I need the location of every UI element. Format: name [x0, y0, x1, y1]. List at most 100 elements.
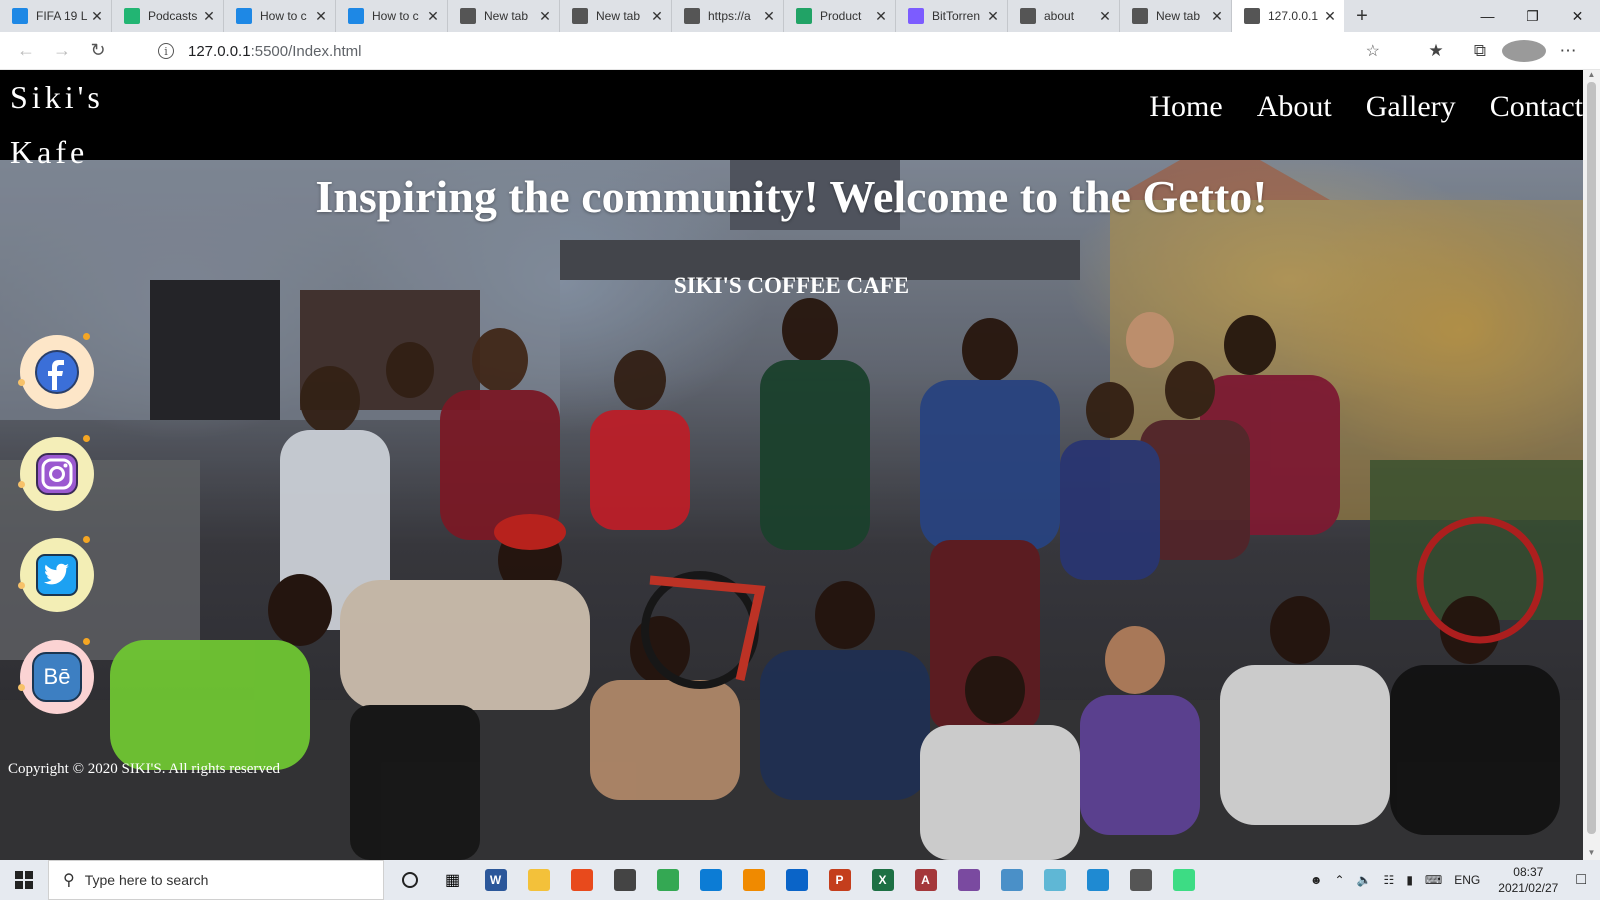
close-tab-icon[interactable]: ✕ — [1322, 8, 1338, 25]
favorites-icon[interactable]: ★ — [1414, 41, 1458, 61]
volume-icon[interactable]: 🔈 — [1357, 873, 1372, 887]
nav-home-link[interactable]: Home — [1149, 90, 1222, 124]
decor-dot — [18, 481, 25, 488]
vscode-taskbar-button[interactable] — [1076, 860, 1119, 900]
keyboard-icon[interactable]: ⌨ — [1425, 873, 1442, 887]
word-taskbar-button[interactable]: W — [474, 860, 517, 900]
tab-title: How to c — [260, 9, 307, 23]
decor-dot — [18, 582, 25, 589]
nav-about-link[interactable]: About — [1257, 90, 1332, 124]
behance-link[interactable]: Bē — [18, 638, 94, 714]
browser-tab[interactable]: Product ✕ — [784, 0, 896, 32]
close-tab-icon[interactable]: ✕ — [537, 8, 553, 25]
store-icon — [613, 869, 636, 891]
close-tab-icon[interactable]: ✕ — [201, 8, 217, 25]
windows-taskbar: ⚲ Type here to search ▦ W PXA ☻ ⌃ 🔈 ☷ ▮ ⌨… — [0, 860, 1600, 900]
paint-icon — [1043, 869, 1066, 891]
add-favorite-icon[interactable]: ☆ — [1366, 41, 1380, 61]
close-tab-icon[interactable]: ✕ — [1209, 8, 1225, 25]
excel-taskbar-button[interactable]: X — [861, 860, 904, 900]
toolbar-right: ★ ⧉ ⋯ — [1414, 36, 1590, 66]
url-text[interactable]: 127.0.0.1:5500/Index.html — [188, 43, 361, 60]
twitter-link[interactable] — [18, 536, 94, 612]
new-tab-icon[interactable]: + — [1344, 0, 1380, 32]
scrollbar-thumb[interactable] — [1587, 82, 1596, 834]
facebook-link[interactable] — [18, 333, 94, 409]
forward-icon[interactable]: → — [44, 36, 80, 66]
people-icon[interactable]: ☻ — [1310, 873, 1323, 887]
office-icon — [570, 869, 593, 891]
search-icon: ⚲ — [63, 872, 75, 889]
site-info-icon[interactable]: i — [158, 43, 174, 59]
powerpoint-taskbar-button[interactable]: P — [818, 860, 861, 900]
tab-title: about — [1044, 9, 1075, 23]
decor-dot — [83, 536, 90, 543]
notifications-icon[interactable]: □ — [1576, 871, 1586, 889]
chrome-taskbar-button[interactable] — [646, 860, 689, 900]
tab-title: How to c — [372, 9, 419, 23]
chrome-icon — [656, 869, 679, 891]
vlc-taskbar-button[interactable] — [732, 860, 775, 900]
address-field[interactable]: i 127.0.0.1:5500/Index.html ☆ — [146, 36, 1392, 66]
page-icon — [1244, 8, 1260, 24]
close-tab-icon[interactable]: ✕ — [425, 8, 441, 25]
settings-taskbar-button[interactable] — [1119, 860, 1162, 900]
profile-avatar[interactable] — [1502, 40, 1546, 62]
close-tab-icon[interactable]: ✕ — [649, 8, 665, 25]
scroll-down-icon[interactable]: ▼ — [1583, 848, 1600, 860]
browser-tab[interactable]: New tab ✕ — [560, 0, 672, 32]
browser-tab[interactable]: How to c ✕ — [224, 0, 336, 32]
close-tab-icon[interactable]: ✕ — [873, 8, 889, 25]
close-tab-icon[interactable]: ✕ — [89, 8, 105, 25]
site-logo[interactable]: Siki's Kafe — [10, 70, 104, 180]
winrar-taskbar-button[interactable] — [947, 860, 990, 900]
more-options-icon[interactable]: ⋯ — [1546, 41, 1590, 61]
page-scrollbar[interactable]: ▲ ▼ — [1583, 70, 1600, 860]
minimize-icon[interactable]: — — [1465, 0, 1510, 32]
battery-icon[interactable]: ▮ — [1406, 873, 1413, 887]
refresh-icon[interactable]: ↻ — [80, 36, 116, 66]
browser-tab[interactable]: 127.0.0.1 ✕ — [1232, 0, 1344, 32]
browser-tab[interactable]: Podcasts ✕ — [112, 0, 224, 32]
nav-contact-link[interactable]: Contact — [1490, 90, 1583, 124]
clock[interactable]: 08:37 2021/02/27 — [1498, 864, 1558, 896]
back-icon[interactable]: ← — [8, 36, 44, 66]
browser-tab[interactable]: FIFA 19 L ✕ — [0, 0, 112, 32]
access-taskbar-button[interactable]: A — [904, 860, 947, 900]
clock-date: 2021/02/27 — [1498, 881, 1559, 895]
browser-tab[interactable]: BitTorren ✕ — [896, 0, 1008, 32]
start-button[interactable] — [0, 860, 48, 900]
close-tab-icon[interactable]: ✕ — [761, 8, 777, 25]
paint-taskbar-button[interactable] — [1033, 860, 1076, 900]
browser-tab[interactable]: New tab ✕ — [1120, 0, 1232, 32]
language-indicator[interactable]: ENG — [1454, 873, 1480, 887]
store-taskbar-button[interactable] — [603, 860, 646, 900]
android-studio-taskbar-button[interactable] — [1162, 860, 1205, 900]
cortana-icon[interactable] — [388, 860, 431, 900]
close-tab-icon[interactable]: ✕ — [985, 8, 1001, 25]
taskbar-search[interactable]: ⚲ Type here to search — [48, 860, 384, 900]
browser-tab[interactable]: https://a ✕ — [672, 0, 784, 32]
clock-time: 08:37 — [1513, 865, 1544, 879]
scroll-up-icon[interactable]: ▲ — [1583, 70, 1600, 82]
edge-taskbar-button[interactable] — [689, 860, 732, 900]
task-view-icon[interactable]: ▦ — [431, 860, 474, 900]
decor-dot — [83, 333, 90, 340]
collections-icon[interactable]: ⧉ — [1458, 41, 1502, 61]
file-explorer-taskbar-button[interactable] — [517, 860, 560, 900]
browser-tab[interactable]: about ✕ — [1008, 0, 1120, 32]
close-tab-icon[interactable]: ✕ — [1097, 8, 1113, 25]
browser-tab[interactable]: New tab ✕ — [448, 0, 560, 32]
browser-tab[interactable]: How to c ✕ — [336, 0, 448, 32]
close-window-icon[interactable]: ✕ — [1555, 0, 1600, 32]
instagram-link[interactable] — [18, 435, 94, 511]
control-panel-taskbar-button[interactable] — [990, 860, 1033, 900]
network-icon[interactable]: ☷ — [1384, 873, 1395, 887]
nav-gallery-link[interactable]: Gallery — [1366, 90, 1456, 124]
office-taskbar-button[interactable] — [560, 860, 603, 900]
wordpress-icon — [796, 8, 812, 24]
close-tab-icon[interactable]: ✕ — [313, 8, 329, 25]
show-hidden-icons[interactable]: ⌃ — [1335, 873, 1345, 887]
mail-taskbar-button[interactable] — [775, 860, 818, 900]
restore-icon[interactable]: ❐ — [1510, 0, 1555, 32]
